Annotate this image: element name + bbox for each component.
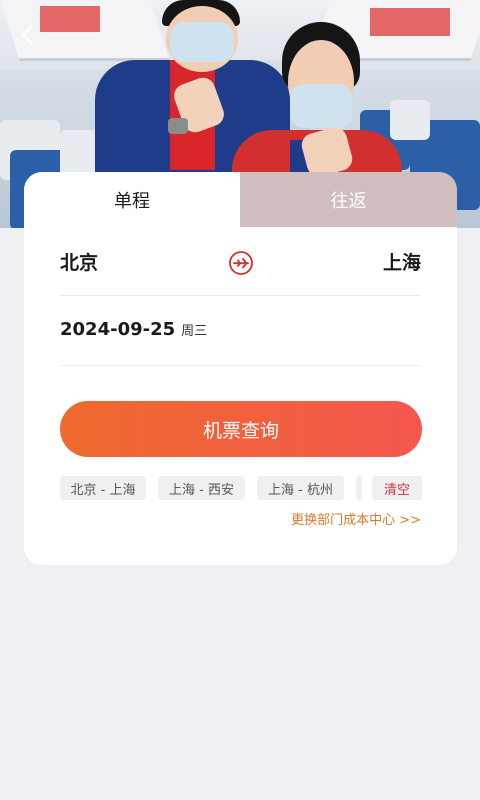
chevron-left-icon bbox=[21, 25, 33, 45]
tab-round-trip[interactable]: 往返 bbox=[240, 172, 457, 227]
bin-decoration bbox=[370, 8, 450, 36]
wristwatch bbox=[168, 118, 188, 134]
trip-type-tabs: 单程 往返 bbox=[24, 172, 457, 227]
history-chip-partial bbox=[356, 476, 362, 500]
face-mask bbox=[290, 84, 352, 128]
search-history: 北京 - 上海 上海 - 西安 上海 - 杭州 清空 bbox=[60, 476, 422, 500]
back-button[interactable] bbox=[16, 24, 38, 46]
change-cost-center-link[interactable]: 更换部门成本中心 >> bbox=[291, 509, 421, 528]
arrival-city[interactable]: 上海 bbox=[383, 248, 421, 275]
divider bbox=[60, 365, 421, 366]
departure-date: 2024-09-25 bbox=[60, 319, 176, 340]
plane-swap-icon bbox=[229, 251, 253, 275]
seat bbox=[390, 100, 430, 140]
divider bbox=[60, 295, 421, 296]
bin-decoration bbox=[40, 6, 100, 32]
history-chip[interactable]: 上海 - 杭州 bbox=[257, 476, 344, 500]
search-flights-button[interactable]: 机票查询 bbox=[60, 401, 422, 457]
flight-search-card: 单程 往返 北京 上海 2024-09-25 周三 机票查询 北京 - 上海 上… bbox=[24, 172, 457, 565]
clear-history-button[interactable]: 清空 bbox=[372, 476, 422, 500]
history-chip[interactable]: 北京 - 上海 bbox=[60, 476, 146, 500]
swap-cities-button[interactable] bbox=[228, 250, 254, 276]
departure-weekday: 周三 bbox=[181, 324, 208, 339]
departure-date-field[interactable]: 2024-09-25 周三 bbox=[60, 319, 207, 340]
face-mask bbox=[170, 22, 234, 62]
departure-city[interactable]: 北京 bbox=[60, 248, 98, 275]
tab-one-way[interactable]: 单程 bbox=[24, 172, 240, 227]
history-chip[interactable]: 上海 - 西安 bbox=[158, 476, 245, 500]
